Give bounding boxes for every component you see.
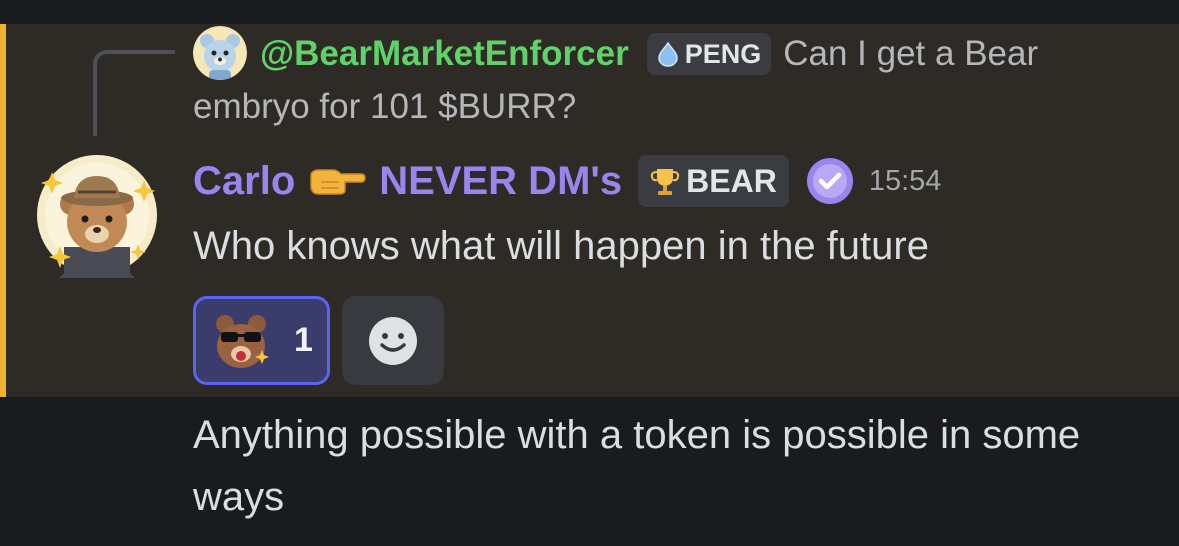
reply-header: @BearMarketEnforcer PENG Can I get a Bea… [260, 28, 1038, 80]
water-drop-icon [657, 41, 678, 67]
reply-author-name[interactable]: @BearMarketEnforcer [260, 34, 629, 74]
smiley-icon [369, 316, 417, 365]
reaction-count: 1 [294, 321, 313, 359]
pointing-hand-emoji-icon [310, 169, 367, 195]
message-header: Carlo NEVER DM's BEAR 15:54 [193, 152, 941, 210]
author-avatar[interactable] [34, 152, 160, 278]
reaction-bear-sunglasses[interactable]: 1 [193, 296, 330, 385]
message-text[interactable]: Who knows what will happen in the future [193, 216, 929, 276]
verified-check-icon[interactable] [805, 156, 855, 206]
timestamp[interactable]: 15:54 [869, 165, 942, 198]
reply-text-line1[interactable]: Can I get a Bear [783, 34, 1038, 74]
mention-accent-bar [0, 24, 6, 397]
reply-text-line2[interactable]: embryo for 101 $BURR? [193, 82, 576, 132]
reply-spine [93, 50, 175, 136]
follow-up-message-text[interactable]: Anything possible with a token is possib… [193, 404, 1153, 528]
author-name-part1[interactable]: Carlo [193, 159, 295, 204]
role-badge-label: PENG [684, 38, 762, 69]
author-name-part2[interactable]: NEVER DM's [379, 159, 622, 204]
role-badge-bear[interactable]: BEAR [638, 155, 789, 207]
top-strip [0, 0, 1179, 24]
role-badge-peng[interactable]: PENG [646, 33, 772, 75]
bear-avatar-icon [193, 26, 247, 80]
add-reaction-button[interactable] [342, 296, 444, 385]
reply-avatar[interactable] [193, 26, 247, 80]
bear-sunglasses-emoji-icon [216, 314, 269, 368]
role-badge-label: BEAR [686, 162, 777, 199]
trophy-icon [651, 169, 680, 195]
bear-cowboy-avatar-icon [37, 155, 157, 278]
